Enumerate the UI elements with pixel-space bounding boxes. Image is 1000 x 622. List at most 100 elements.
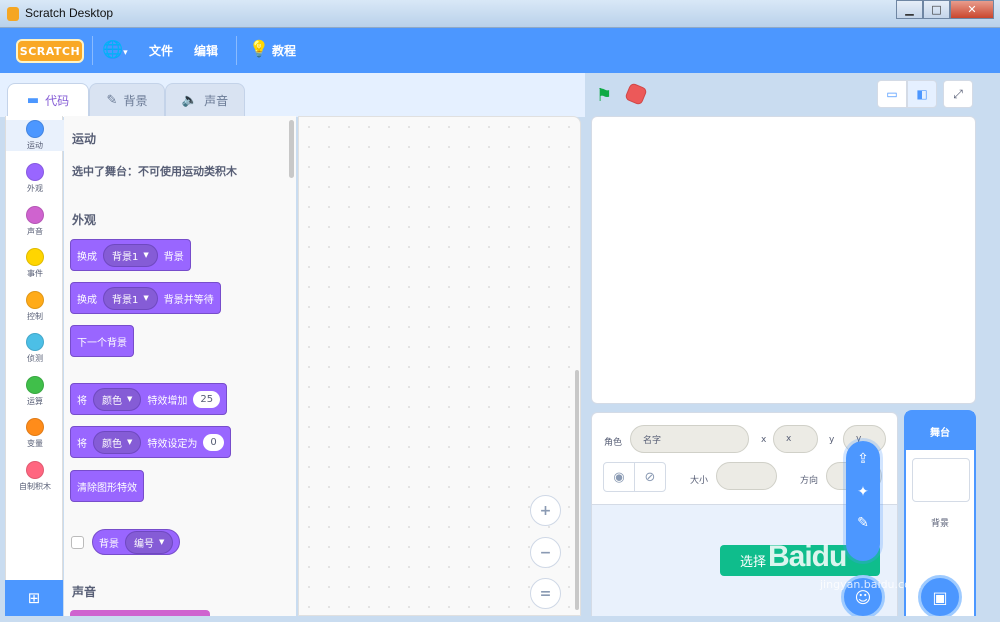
block-tail: 特效设定为: [147, 438, 198, 450]
block-next-backdrop[interactable]: 下一个背景: [70, 325, 134, 357]
green-flag-icon[interactable]: ⚑: [596, 85, 612, 106]
events-color-dot: [26, 248, 44, 266]
choose-backdrop-icon[interactable]: ▣: [918, 575, 962, 619]
effect-dropdown[interactable]: 颜色 ▼: [93, 430, 142, 454]
category-sound[interactable]: 声音: [6, 206, 64, 237]
category-operators[interactable]: 运算: [6, 376, 64, 407]
menu-divider: [236, 36, 237, 65]
category-events[interactable]: 事件: [6, 248, 64, 279]
backdrop-dropdown[interactable]: 背景1 ▼: [103, 243, 158, 267]
caret-down-icon: ▼: [143, 294, 149, 302]
palette-heading-looks: 外观: [72, 213, 97, 227]
stage-selector-heading: 舞台: [906, 412, 974, 450]
workspace-scrollbar[interactable]: [575, 370, 579, 610]
block-tail: 特效增加: [147, 395, 188, 407]
category-my-blocks[interactable]: 自制积木: [6, 461, 64, 492]
caret-down-icon: ▼: [143, 251, 149, 259]
block-switch-backdrop[interactable]: 换成 背景1 ▼ 背景: [70, 239, 191, 271]
block-text: 下一个背景: [77, 337, 127, 349]
block-set-effect[interactable]: 将 颜色 ▼ 特效设定为 0: [70, 426, 231, 458]
category-control[interactable]: 控制: [6, 291, 64, 322]
menu-edit[interactable]: 编辑: [194, 42, 218, 59]
block-switch-backdrop-and-wait[interactable]: 换成 背景1 ▼ 背景并等待: [70, 282, 221, 314]
hide-sprite-button[interactable]: ⊘: [634, 462, 666, 492]
tab-code[interactable]: ▬ 代码: [7, 83, 89, 117]
tab-sounds[interactable]: 🔈 声音: [165, 83, 245, 116]
scratch-logo[interactable]: SCRATCH: [16, 39, 84, 63]
block-palette: 运动 选中了舞台：不可使用运动类积木 外观 换成 背景1 ▼ 背景 换成 背景1 ▼…: [64, 116, 296, 616]
variables-color-dot: [26, 418, 44, 436]
palette-scrollbar[interactable]: [289, 120, 294, 178]
window-title: Scratch Desktop: [25, 6, 114, 20]
category-looks[interactable]: 外观: [6, 163, 64, 194]
motion-color-dot: [26, 120, 44, 138]
zoom-reset-button[interactable]: =: [530, 578, 561, 609]
palette-heading-sound: 声音: [72, 585, 97, 599]
block-verb: 将: [77, 395, 87, 407]
reporter-backdrop-number[interactable]: 背景 编号 ▼: [92, 529, 181, 555]
sound-color-dot: [26, 206, 44, 224]
x-field[interactable]: x: [773, 425, 818, 453]
fullscreen-icon: ⤢: [953, 86, 963, 101]
minimize-button[interactable]: ▁: [896, 0, 923, 19]
effect-value-input[interactable]: 0: [203, 433, 224, 451]
window-controls: ▁ □ ✕: [896, 0, 994, 19]
category-label: 运算: [27, 397, 43, 406]
control-color-dot: [26, 291, 44, 309]
maximize-button[interactable]: □: [923, 0, 950, 19]
close-button[interactable]: ✕: [950, 0, 994, 19]
small-stage-button[interactable]: ▭: [877, 80, 907, 108]
dropdown-value: 颜色: [102, 395, 122, 407]
lightbulb-icon[interactable]: 💡: [249, 39, 269, 58]
tab-sounds-label: 声音: [204, 93, 229, 108]
stage-canvas[interactable]: [591, 116, 976, 404]
menu-tutorials[interactable]: 教程: [272, 42, 296, 59]
menu-file[interactable]: 文件: [149, 42, 173, 59]
y-label: y: [829, 435, 835, 445]
surprise-icon[interactable]: ✦: [846, 484, 880, 500]
choose-label: 选择: [740, 555, 767, 570]
backdrop-dropdown[interactable]: 背景1 ▼: [103, 286, 158, 310]
paint-icon[interactable]: ✎: [846, 515, 880, 531]
block-tail: 背景: [163, 251, 184, 263]
language-globe-icon[interactable]: 🌐▾: [102, 40, 128, 60]
show-sprite-button[interactable]: ◉: [603, 462, 635, 492]
x-label: x: [761, 435, 767, 445]
fullscreen-button[interactable]: ⤢: [943, 80, 973, 108]
eye-icon: ◉: [613, 469, 625, 485]
app-icon: [7, 7, 19, 21]
category-sensing[interactable]: 侦测: [6, 333, 64, 364]
editor-tabs: ▬ 代码 ✎ 背景 🔈 声音: [0, 73, 585, 117]
effect-dropdown[interactable]: 颜色 ▼: [93, 387, 142, 411]
size-field[interactable]: [716, 462, 777, 490]
stop-sign-icon[interactable]: [624, 82, 648, 106]
category-motion[interactable]: 运动: [6, 120, 64, 151]
category-variables[interactable]: 变量: [6, 418, 64, 449]
add-extension-button[interactable]: ⊞: [5, 580, 63, 616]
category-label: 控制: [27, 312, 43, 321]
tab-backdrops[interactable]: ✎ 背景: [89, 83, 165, 116]
sprite-label: 角色: [604, 438, 623, 448]
block-verb: 换成: [77, 251, 97, 263]
upload-icon[interactable]: ⇪: [846, 451, 880, 467]
watermark-logo: Baidu: [768, 540, 847, 573]
sprite-name-field[interactable]: 名字: [630, 425, 749, 453]
block-clear-effects[interactable]: 清除图形特效: [70, 470, 144, 502]
stage-thumbnail[interactable]: [912, 458, 970, 502]
number-name-dropdown[interactable]: 编号 ▼: [125, 530, 174, 554]
block-tail: 背景并等待: [163, 294, 214, 306]
category-label: 侦测: [27, 354, 43, 363]
palette-heading-motion: 运动: [72, 132, 97, 146]
zoom-out-icon: −: [539, 544, 552, 561]
dropdown-value: 编号: [134, 538, 154, 550]
block-change-effect[interactable]: 将 颜色 ▼ 特效增加 25: [70, 383, 228, 415]
dropdown-value: 背景1: [112, 251, 139, 263]
watermark-url: jingyan.baidu.com: [820, 578, 922, 591]
sensing-color-dot: [26, 333, 44, 351]
reporter-checkbox[interactable]: [71, 536, 84, 549]
zoom-reset-icon: =: [539, 585, 552, 602]
effect-amount-input[interactable]: 25: [193, 390, 221, 408]
zoom-out-button[interactable]: −: [530, 537, 561, 568]
zoom-in-button[interactable]: +: [530, 495, 561, 526]
large-stage-button[interactable]: ◧: [907, 80, 937, 108]
